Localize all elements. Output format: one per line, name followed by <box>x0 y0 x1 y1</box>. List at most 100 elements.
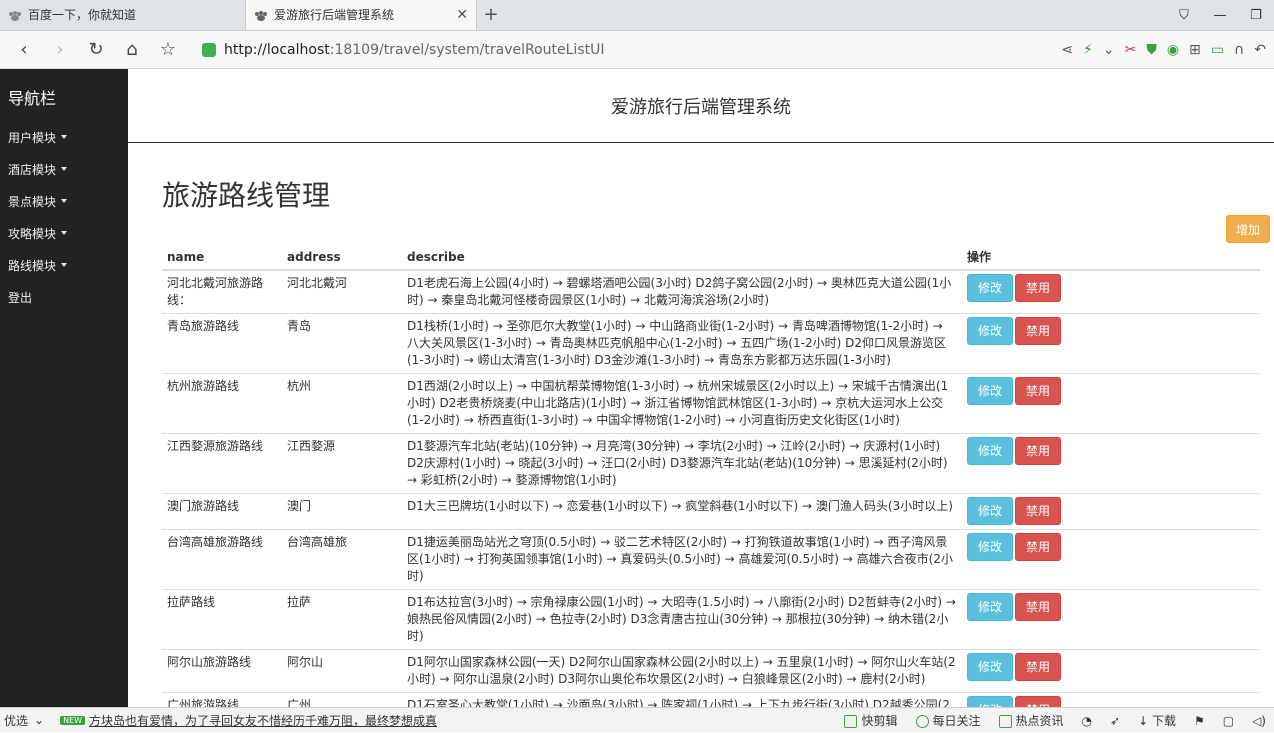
status-item-hot-news[interactable]: 热点资讯 <box>998 712 1064 729</box>
disable-button[interactable]: 禁用 <box>1015 377 1062 405</box>
edit-button[interactable]: 修改 <box>967 377 1014 405</box>
url-input[interactable]: http://localhost:18109/travel/system/tra… <box>202 36 972 64</box>
circle-app-icon[interactable]: ◉ <box>1167 42 1179 58</box>
chevron-down-icon[interactable]: ⌄ <box>34 713 44 727</box>
status-item-label: 下载 <box>1151 714 1176 728</box>
caret-down-icon <box>61 263 68 267</box>
row-actions: 修改禁用 <box>962 493 1260 530</box>
table-row: 拉萨路线 拉萨 D1布达拉宫(3小时) → 宗角禄康公园(1小时) → 大昭寺(… <box>162 589 1260 650</box>
disable-button[interactable]: 禁用 <box>1015 317 1062 345</box>
column-header-name: name <box>162 244 282 271</box>
add-route-button[interactable]: 增加 <box>1226 215 1270 243</box>
status-item-quick-edit[interactable]: 快剪辑 <box>844 712 898 729</box>
news-ticker[interactable]: 方块岛也有爱情，为了寻回女友不惜经历千难万阻，最终梦想成真 <box>89 712 437 729</box>
headphones-icon[interactable]: ∩ <box>1234 42 1244 58</box>
table-row: 台湾高雄旅游路线 台湾高雄旅 D1捷运美丽岛站光之穹顶(0.5小时) → 驳二艺… <box>162 529 1260 590</box>
sidebar-item-hotel[interactable]: 酒店模块 <box>0 153 128 185</box>
browser-tab-travel[interactable]: 爱游旅行后端管理系统 ✕ <box>245 0 477 30</box>
route-name: 青岛旅游路线 <box>162 313 282 374</box>
sidebar-item-user[interactable]: 用户模块 <box>0 121 128 153</box>
restore-icon[interactable]: ❐ <box>1238 0 1274 31</box>
battery-icon[interactable]: ▭ <box>1211 42 1224 58</box>
apps-icon[interactable]: ⊞ <box>1189 42 1201 58</box>
sidebar-item-label: 登出 <box>8 290 33 305</box>
row-actions: 修改禁用 <box>962 649 1260 693</box>
route-name: 杭州旅游路线 <box>162 373 282 434</box>
sidebar: 导航栏 用户模块 酒店模块 景点模块 攻略模块 路线模块 登出 <box>0 69 128 707</box>
sidebar-item-route[interactable]: 路线模块 <box>0 249 128 281</box>
route-describe: D1西湖(2小时以上) → 中国杭帮菜博物馆(1-3小时) → 杭州宋城景区(2… <box>402 373 962 434</box>
back-button[interactable]: ‹ <box>6 35 42 65</box>
route-address: 阿尔山 <box>282 649 402 693</box>
browser-tab-title: 百度一下，你就知道 <box>28 8 137 22</box>
disable-button[interactable]: 禁用 <box>1015 437 1062 465</box>
url-path: :18109/travel/system/travelRouteListUI <box>329 41 605 58</box>
forward-button[interactable]: › <box>42 35 78 65</box>
paw-icon <box>254 10 268 21</box>
reload-button[interactable]: ↻ <box>78 35 114 65</box>
sidebar-item-logout[interactable]: 登出 <box>0 281 128 313</box>
lightning-icon[interactable]: ⚡ <box>1083 42 1093 58</box>
status-preferred-label[interactable]: 优选 <box>4 712 28 729</box>
app-title: 爱游旅行后端管理系统 <box>611 96 791 118</box>
new-tab-button[interactable]: + <box>477 0 505 30</box>
rocket-icon[interactable]: ➶ <box>1110 714 1120 728</box>
star-icon: ☆ <box>159 39 177 60</box>
bookmark-button[interactable]: ☆ <box>150 35 186 65</box>
window-icon[interactable]: ▢ <box>1223 714 1234 728</box>
disable-button[interactable]: 禁用 <box>1015 696 1062 707</box>
undo-icon[interactable]: ↶ <box>1254 42 1266 58</box>
column-header-address: address <box>282 244 402 271</box>
status-item-download[interactable]: ↓ 下载 <box>1138 712 1176 729</box>
route-name: 江西婺源旅游路线 <box>162 433 282 494</box>
volume-icon[interactable]: ◁) <box>1252 714 1266 728</box>
caret-down-icon <box>61 199 68 203</box>
scissors-icon[interactable]: ✂ <box>1125 42 1137 58</box>
minimize-icon[interactable]: — <box>1202 0 1238 31</box>
route-table: name address describe 操作 河北北戴河旅游路线： 河北北戴… <box>162 244 1260 707</box>
news-icon <box>998 715 1012 728</box>
browser-status-bar: 优选 ⌄ NEW 方块岛也有爱情，为了寻回女友不惜经历千难万阻，最终梦想成真 快… <box>0 707 1274 732</box>
table-row: 阿尔山旅游路线 阿尔山 D1阿尔山国家森林公园(一天) D2阿尔山国家森林公园(… <box>162 649 1260 693</box>
app-header: 爱游旅行后端管理系统 <box>128 69 1274 143</box>
browser-tab-title: 爱游旅行后端管理系统 <box>274 8 395 22</box>
edit-button[interactable]: 修改 <box>967 317 1014 345</box>
row-actions: 修改禁用 <box>962 313 1260 374</box>
disable-button[interactable]: 禁用 <box>1015 653 1062 681</box>
edit-button[interactable]: 修改 <box>967 437 1014 465</box>
disable-button[interactable]: 禁用 <box>1015 533 1062 561</box>
speed-icon[interactable]: ◔ <box>1082 714 1092 728</box>
home-button[interactable]: ⌂ <box>114 35 150 65</box>
edit-button[interactable]: 修改 <box>967 696 1014 707</box>
sidebar-item-label: 酒店模块 <box>8 162 57 177</box>
edit-button[interactable]: 修改 <box>967 274 1014 302</box>
paw-icon <box>8 10 22 21</box>
table-row: 青岛旅游路线 青岛 D1栈桥(1小时) → 圣弥厄尔大教堂(1小时) → 中山路… <box>162 313 1260 374</box>
caret-down-icon <box>61 135 68 139</box>
shirt-icon[interactable]: ⛉ <box>1166 0 1202 31</box>
play-icon <box>915 715 929 728</box>
table-row: 澳门旅游路线 澳门 D1大三巴牌坊(1小时以下) → 恋爱巷(1小时以下) → … <box>162 493 1260 530</box>
home-icon: ⌂ <box>126 39 138 60</box>
disable-button[interactable]: 禁用 <box>1015 593 1062 621</box>
edit-button[interactable]: 修改 <box>967 653 1014 681</box>
chevron-down-icon[interactable]: ⌄ <box>1103 42 1115 58</box>
address-bar: ‹ › ↻ ⌂ ☆ http://localhost:18109/travel/… <box>0 31 1274 69</box>
sidebar-item-guide[interactable]: 攻略模块 <box>0 217 128 249</box>
edit-button[interactable]: 修改 <box>967 533 1014 561</box>
status-item-label: 每日关注 <box>932 714 981 728</box>
flag-icon[interactable]: ⚑ <box>1194 714 1205 728</box>
edit-button[interactable]: 修改 <box>967 497 1014 525</box>
disable-button[interactable]: 禁用 <box>1015 497 1062 525</box>
sidebar-item-scenic[interactable]: 景点模块 <box>0 185 128 217</box>
sidebar-brand[interactable]: 导航栏 <box>0 69 128 121</box>
status-item-daily[interactable]: 每日关注 <box>915 712 981 729</box>
disable-button[interactable]: 禁用 <box>1015 274 1062 302</box>
close-icon[interactable]: ✕ <box>456 7 468 23</box>
browser-toolbar-right: ⋖ ⚡ ⌄ ✂ ⛊ ◉ ⊞ ▭ ∩ ↶ <box>1061 35 1266 65</box>
browser-tab-baidu[interactable]: 百度一下，你就知道 <box>0 0 245 30</box>
route-describe: D1阿尔山国家森林公园(一天) D2阿尔山国家森林公园(2小时以上) → 五里泉… <box>402 649 962 693</box>
edit-button[interactable]: 修改 <box>967 593 1014 621</box>
shield-icon[interactable]: ⛊ <box>1146 42 1157 58</box>
share-icon[interactable]: ⋖ <box>1061 42 1073 58</box>
